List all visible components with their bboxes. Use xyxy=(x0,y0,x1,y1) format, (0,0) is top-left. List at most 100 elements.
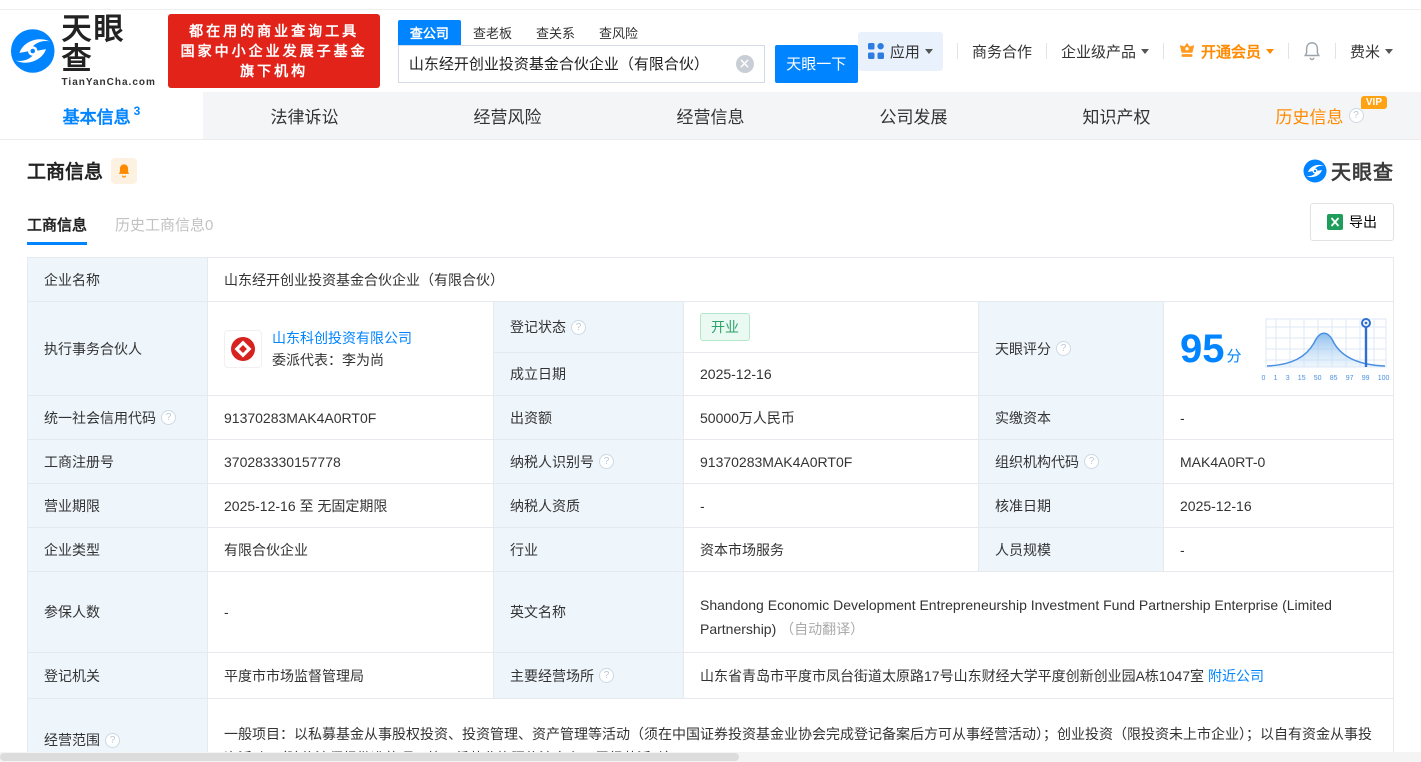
search-input[interactable] xyxy=(399,55,736,72)
status-badge: 开业 xyxy=(700,313,750,341)
top-bar: 天眼查 TianYanCha.com 都在用的商业查询工具 国家中小企业发展子基… xyxy=(0,10,1421,92)
logo-name: 天眼查 xyxy=(61,15,156,75)
english-name-value: Shandong Economic Development Entreprene… xyxy=(684,572,1393,652)
nav-open-vip[interactable]: 开通会员 xyxy=(1178,41,1274,62)
table-row: 工商注册号 370283330157778 纳税人识别号 ? 91370283M… xyxy=(28,440,1393,484)
main-content: 工商信息 天眼查 工商信息 历史工商信息0 xyxy=(0,156,1421,762)
score-axis-ticks: 01 315 5085 9799 100 xyxy=(1262,375,1390,382)
taxpayer-id-label: 纳税人识别号 ? xyxy=(494,440,684,483)
logo-text: 天眼查 TianYanCha.com xyxy=(61,15,156,88)
score-distribution-chart: 01 315 5085 9799 100 xyxy=(1262,315,1390,382)
insured-count-value: - xyxy=(208,572,494,652)
help-icon[interactable]: ? xyxy=(599,668,614,683)
tab-operation-risk[interactable]: 经营风险 xyxy=(406,92,609,139)
company-nav-tabs: 基本信息 3 法律诉讼 经营风险 经营信息 公司发展 知识产权 VIP 历史信息… xyxy=(0,92,1421,140)
export-button[interactable]: 导出 xyxy=(1310,203,1394,241)
subtabs-row: 工商信息 历史工商信息0 导出 xyxy=(27,203,1394,245)
partner-representative: 委派代表：李为尚 xyxy=(272,349,412,371)
logo-swirl-icon xyxy=(10,28,55,74)
tab-label: 历史信息 xyxy=(1276,103,1344,128)
company-type-label: 企业类型 xyxy=(28,528,208,571)
help-icon[interactable]: ? xyxy=(161,410,176,425)
score-unit: 分 xyxy=(1227,345,1242,366)
tab-basic-info[interactable]: 基本信息 3 xyxy=(0,92,203,139)
top-hairline xyxy=(0,0,1421,10)
nav-cooperation[interactable]: 商务合作 xyxy=(972,41,1032,62)
taxpayer-id-value: 91370283MAK4A0RT0F xyxy=(684,440,979,483)
tab-label: 公司发展 xyxy=(880,103,948,128)
tab-intellectual-property[interactable]: 知识产权 xyxy=(1015,92,1218,139)
registration-authority-value: 平度市市场监督管理局 xyxy=(208,653,494,698)
subtab-history-business-info[interactable]: 历史工商信息0 xyxy=(115,214,213,245)
help-icon[interactable]: ? xyxy=(1349,108,1364,123)
english-name-label: 英文名称 xyxy=(494,572,684,652)
promo-line1: 都在用的商业查询工具 xyxy=(178,21,370,41)
executive-partner-label: 执行事务合伙人 xyxy=(28,302,208,395)
registration-status-value: 开业 xyxy=(684,302,978,352)
user-menu[interactable]: 费米 xyxy=(1350,41,1393,62)
establish-date-value: 2025-12-16 xyxy=(684,353,978,395)
tab-label: 基本信息 xyxy=(63,103,131,128)
tab-label: 法律诉讼 xyxy=(271,103,339,128)
business-term-label: 营业期限 xyxy=(28,484,208,527)
credit-code-value: 91370283MAK4A0RT0F xyxy=(208,396,494,439)
clear-search-icon[interactable] xyxy=(736,55,754,73)
search-box xyxy=(398,45,765,83)
search-tab-company[interactable]: 查公司 xyxy=(398,20,461,45)
search-row: 天眼一下 xyxy=(398,45,858,83)
apps-menu[interactable]: 应用 xyxy=(858,32,943,71)
tab-company-development[interactable]: 公司发展 xyxy=(812,92,1015,139)
auto-translate-note: （自动翻译） xyxy=(780,621,864,637)
section-header: 工商信息 天眼查 xyxy=(27,156,1394,185)
tianyancha-logo[interactable]: 天眼查 TianYanCha.com xyxy=(10,15,156,88)
bell-icon xyxy=(117,163,131,178)
top-right-nav: 应用 商务合作 企业级产品 开通会员 xyxy=(858,32,1393,71)
registration-status-label: 登记状态 ? xyxy=(494,302,684,352)
crown-icon xyxy=(1178,42,1196,60)
search-tab-boss[interactable]: 查老板 xyxy=(461,20,524,45)
help-icon[interactable]: ? xyxy=(1056,341,1071,356)
approval-date-value: 2025-12-16 xyxy=(1164,484,1393,527)
subtab-business-info[interactable]: 工商信息 xyxy=(27,214,87,245)
paid-capital-value: - xyxy=(1164,396,1393,439)
business-term-value: 2025-12-16 至 无固定期限 xyxy=(208,484,494,527)
partner-logo[interactable] xyxy=(224,330,262,368)
notification-bell[interactable] xyxy=(1303,41,1321,61)
promo-banner: 都在用的商业查询工具 国家中小企业发展子基金旗下机构 xyxy=(168,14,380,88)
search-tabs: 查公司 查老板 查关系 查风险 xyxy=(398,20,858,45)
tab-history-info[interactable]: VIP 历史信息 ? xyxy=(1218,92,1421,139)
help-icon[interactable]: ? xyxy=(599,454,614,469)
export-label: 导出 xyxy=(1349,212,1377,232)
paid-capital-label: 实缴资本 xyxy=(979,396,1164,439)
approval-date-label: 核准日期 xyxy=(979,484,1164,527)
watermark-text: 天眼查 xyxy=(1331,156,1394,185)
partner-emblem-icon xyxy=(229,335,257,363)
table-row: 统一社会信用代码 ? 91370283MAK4A0RT0F 出资额 50000万… xyxy=(28,396,1393,440)
tab-label: 知识产权 xyxy=(1083,103,1151,128)
help-icon[interactable]: ? xyxy=(571,320,586,335)
help-icon[interactable]: ? xyxy=(105,733,120,748)
nav-enterprise[interactable]: 企业级产品 xyxy=(1061,41,1149,62)
search-button[interactable]: 天眼一下 xyxy=(775,45,858,83)
search-tab-relation[interactable]: 查关系 xyxy=(524,20,587,45)
partner-company-link[interactable]: 山东科创投资有限公司 xyxy=(272,330,412,346)
scrollbar-thumb[interactable] xyxy=(0,753,739,761)
org-code-label: 组织机构代码 ? xyxy=(979,440,1164,483)
tianyancha-watermark: 天眼查 xyxy=(1303,156,1394,185)
executive-partner-value: 山东科创投资有限公司 委派代表：李为尚 xyxy=(208,302,494,395)
company-name-label: 企业名称 xyxy=(28,258,208,301)
tianyan-score-value: 95 分 xyxy=(1164,302,1393,395)
staff-size-label: 人员规模 xyxy=(979,528,1164,571)
subscribe-bell-button[interactable] xyxy=(111,158,137,184)
tab-business-info[interactable]: 经营信息 xyxy=(609,92,812,139)
search-tab-risk[interactable]: 查风险 xyxy=(587,20,650,45)
staff-size-value: - xyxy=(1164,528,1393,571)
tab-legal[interactable]: 法律诉讼 xyxy=(203,92,406,139)
excel-icon xyxy=(1327,214,1343,230)
chevron-down-icon xyxy=(925,49,933,54)
horizontal-scrollbar[interactable] xyxy=(0,752,1421,762)
nearby-companies-link[interactable]: 附近公司 xyxy=(1208,666,1264,686)
help-icon[interactable]: ? xyxy=(1084,454,1099,469)
username: 费米 xyxy=(1350,41,1380,62)
tab-count-badge: 3 xyxy=(134,104,141,118)
